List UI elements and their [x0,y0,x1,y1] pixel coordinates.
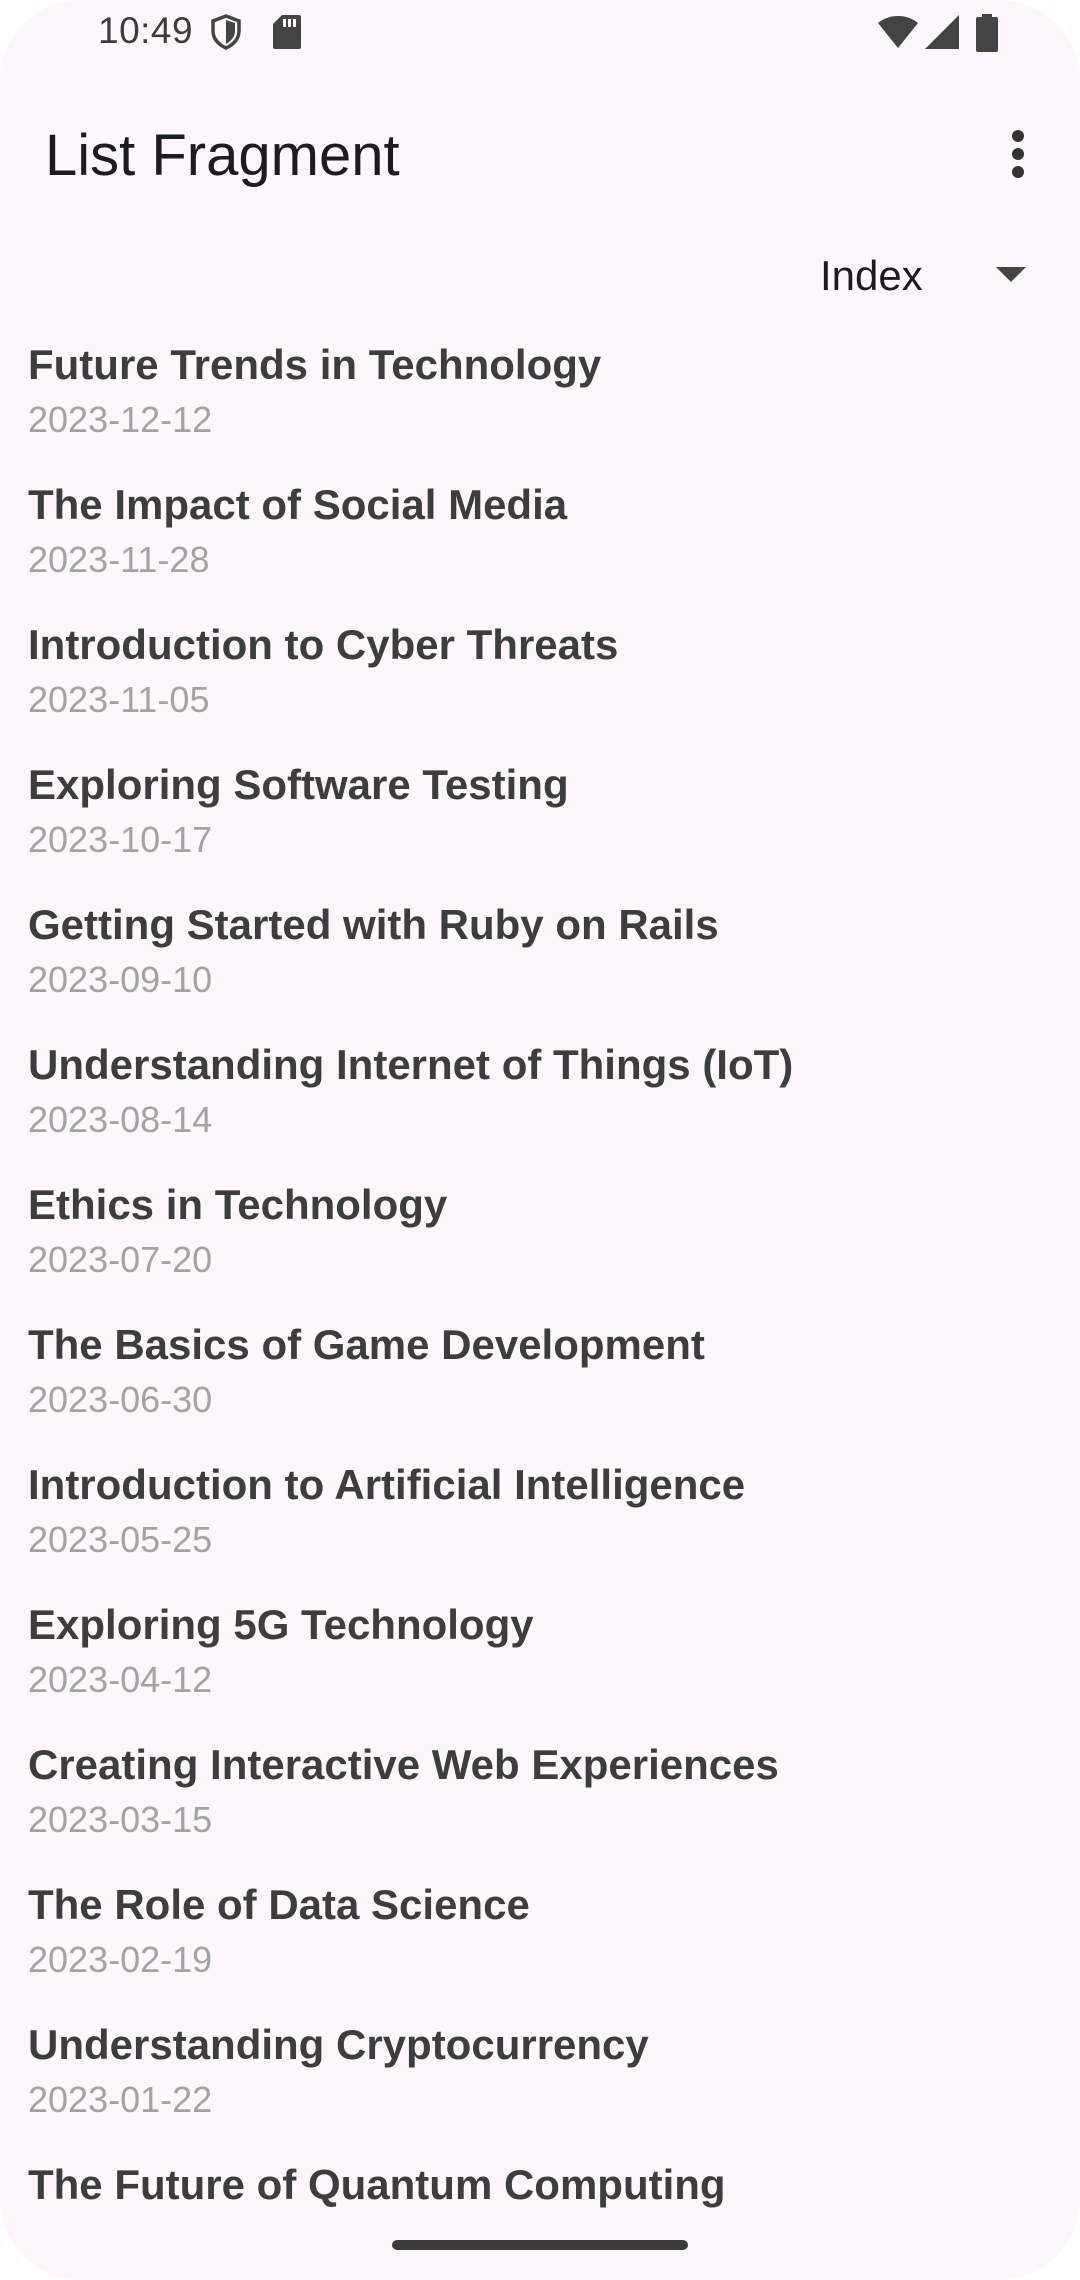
item-title: Understanding Cryptocurrency [28,2021,649,2068]
item-title: Exploring 5G Technology [28,1601,534,1648]
status-bar: 10:49 [0,0,1080,66]
list-item[interactable]: Future Trends in Technology 2023-12-12 [0,332,1080,472]
page-title: List Fragment [45,123,400,188]
item-title: The Future of Quantum Computing [28,2161,726,2208]
item-title: The Role of Data Science [28,1881,530,1928]
list-item[interactable]: Understanding Cryptocurrency 2023-01-22 [0,2012,1080,2152]
list-item[interactable]: Ethics in Technology 2023-07-20 [0,1172,1080,1312]
item-title: Introduction to Artificial Intelligence [28,1461,746,1508]
list-item[interactable]: Getting Started with Ruby on Rails 2023-… [0,892,1080,1032]
item-date: 2023-11-28 [28,539,210,580]
dropdown-arrow-icon [996,267,1026,282]
status-time: 10:49 [98,10,194,51]
sort-selected-value: Index [820,252,923,299]
item-title: Exploring Software Testing [28,761,569,808]
list-item[interactable]: The Impact of Social Media 2023-11-28 [0,472,1080,612]
item-date: 2023-09-10 [28,959,213,1000]
list-item[interactable]: Exploring Software Testing 2023-10-17 [0,752,1080,892]
item-date: 2023-08-14 [28,1099,213,1140]
list-item[interactable]: The Future of Quantum Computing [0,2152,1080,2280]
list-item[interactable]: Introduction to Cyber Threats 2023-11-05 [0,612,1080,752]
list-item[interactable]: The Role of Data Science 2023-02-19 [0,1872,1080,2012]
item-date: 2023-03-15 [28,1799,213,1840]
article-list: Future Trends in Technology 2023-12-12 T… [0,332,1080,2280]
signal-icon [925,15,959,49]
item-date: 2023-02-19 [28,1939,213,1980]
item-title: The Impact of Social Media [28,481,568,528]
sd-card-icon [273,15,301,49]
battery-icon [976,14,998,52]
item-title: Introduction to Cyber Threats [28,621,619,668]
shield-icon [211,14,241,50]
list-item[interactable]: Creating Interactive Web Experiences 202… [0,1732,1080,1872]
item-date: 2023-12-12 [28,399,213,440]
screen: 10:49 List Fragment Index Future Trends … [0,0,1080,2280]
list-item[interactable]: The Basics of Game Development 2023-06-3… [0,1312,1080,1452]
item-date: 2023-05-25 [28,1519,213,1560]
list-item[interactable]: Exploring 5G Technology 2023-04-12 [0,1592,1080,1732]
overflow-menu-button[interactable] [990,118,1046,190]
item-title: Future Trends in Technology [28,341,602,388]
wifi-icon [878,16,918,48]
item-title: Ethics in Technology [28,1181,448,1228]
list-item[interactable]: Understanding Internet of Things (IoT) 2… [0,1032,1080,1172]
item-date: 2023-06-30 [28,1379,213,1420]
item-date: 2023-07-20 [28,1239,213,1280]
item-title: Getting Started with Ruby on Rails [28,901,719,948]
gesture-nav-handle[interactable] [392,2240,688,2250]
item-title: Understanding Internet of Things (IoT) [28,1041,794,1088]
item-date: 2023-11-05 [28,679,210,720]
item-date: 2023-10-17 [28,819,213,860]
item-title: Creating Interactive Web Experiences [28,1741,779,1788]
more-vert-icon [1012,130,1024,178]
item-date: 2023-01-22 [28,2079,213,2120]
item-date: 2023-04-12 [28,1659,213,1700]
item-title: The Basics of Game Development [28,1321,705,1368]
sort-spinner[interactable]: Index [800,240,1050,312]
list-item[interactable]: Introduction to Artificial Intelligence … [0,1452,1080,1592]
